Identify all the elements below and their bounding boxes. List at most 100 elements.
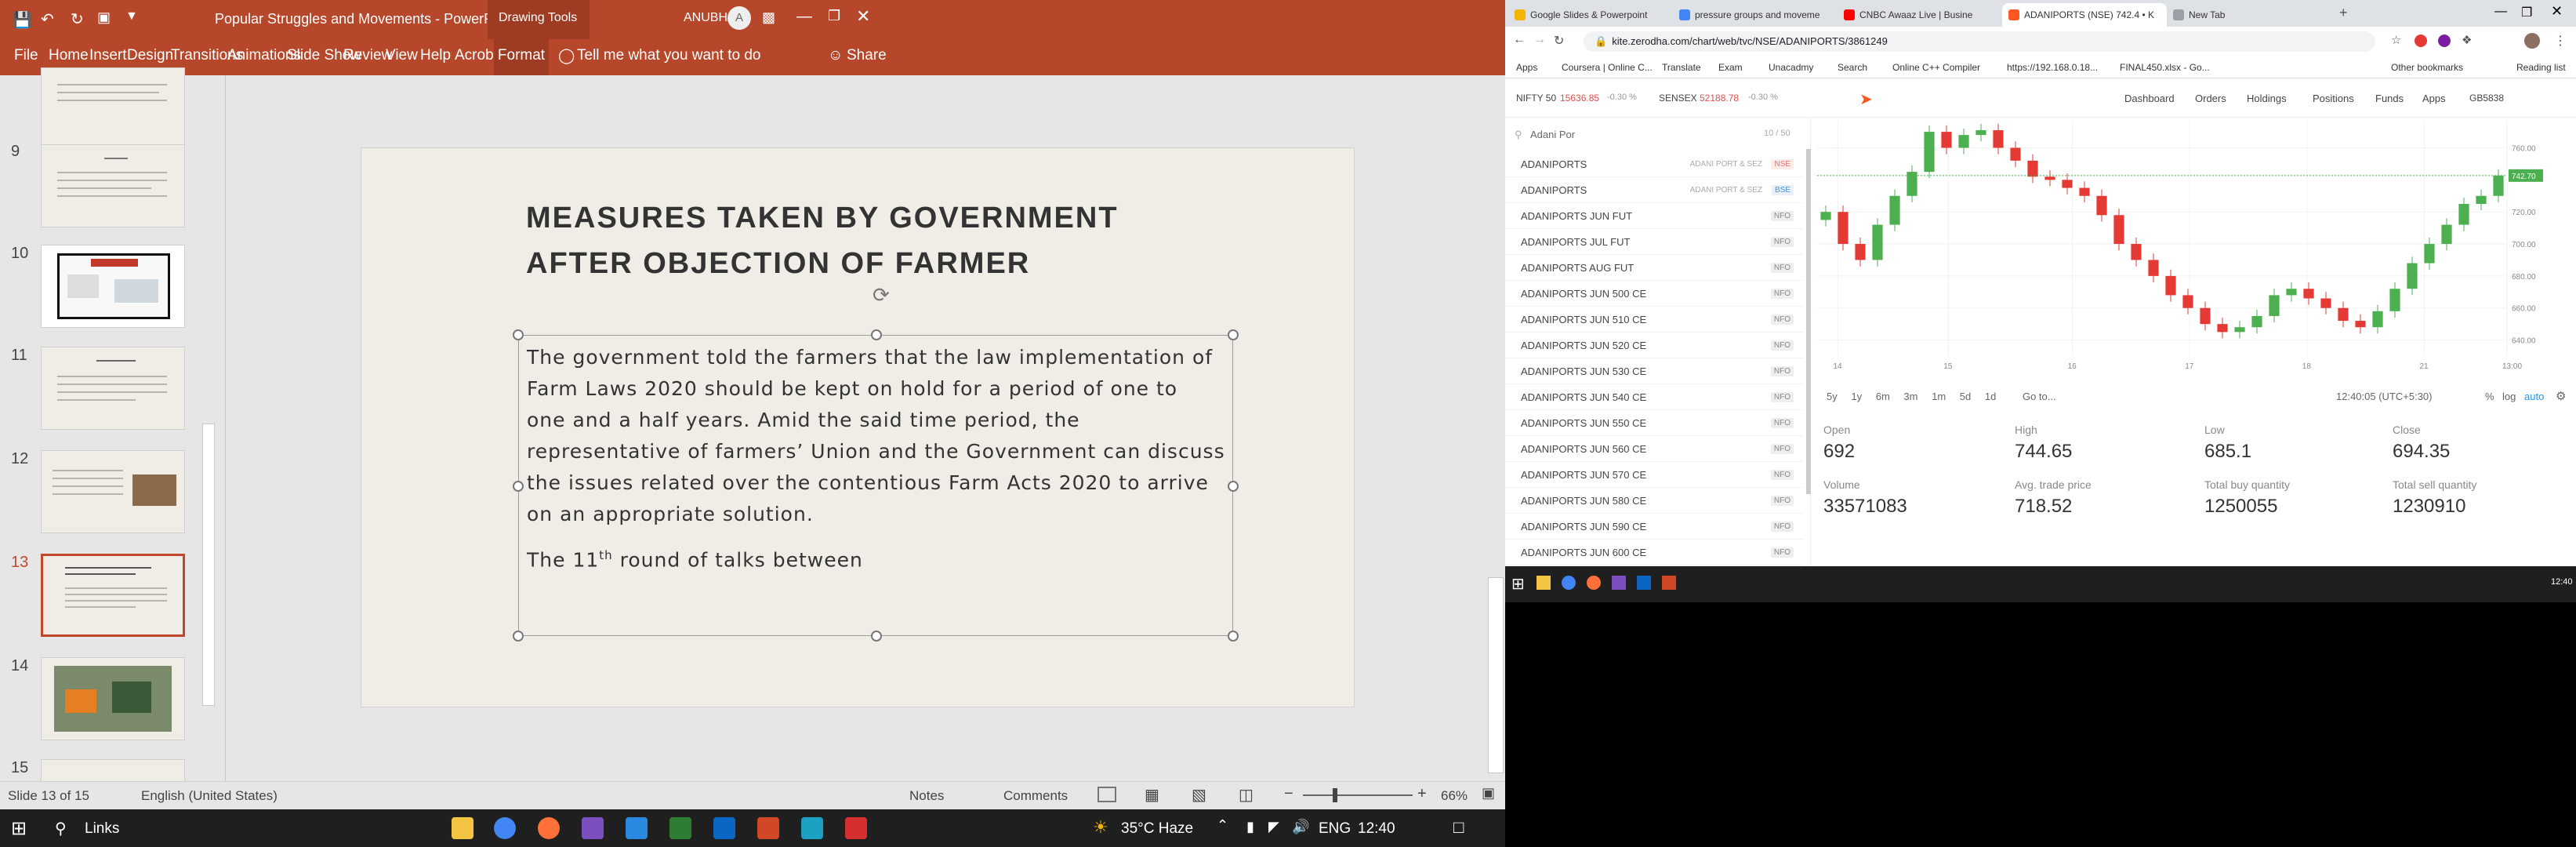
watchlist-row[interactable]: ADANIPORTS JUN 570 CE NFO	[1505, 463, 1803, 488]
body-text-box[interactable]: The government told the farmers that the…	[513, 329, 1239, 642]
watchlist-row[interactable]: ADANIPORTS ADANI PORT & SEZ BSE	[1505, 178, 1803, 203]
slide-sorter-icon[interactable]: ▦	[1145, 785, 1159, 805]
wifi-icon[interactable]: ◤	[1268, 819, 1279, 835]
watchlist-search-input[interactable]: Adani Por	[1530, 129, 1575, 140]
notification-icon[interactable]: □	[1453, 817, 1464, 838]
windows-start-icon[interactable]: ⊞	[11, 817, 27, 840]
fit-slide-icon[interactable]: ▣	[1482, 785, 1495, 802]
nav-apps[interactable]: Apps	[2422, 93, 2446, 104]
slideshow-icon[interactable]: ◫	[1239, 785, 1254, 805]
comments-button[interactable]: Comments	[1003, 788, 1068, 804]
goto-date[interactable]: Go to...	[2023, 391, 2056, 402]
rotate-handle-icon[interactable]: ⟳	[873, 283, 890, 307]
nav-orders[interactable]: Orders	[2195, 93, 2226, 104]
back-icon[interactable]: ←	[1513, 33, 1526, 47]
new-tab-icon[interactable]: +	[2339, 5, 2348, 21]
bookmark[interactable]: https://192.168.0.18...	[2007, 62, 2098, 73]
undo-icon[interactable]: ↶	[41, 9, 54, 29]
share-button[interactable]: Share	[847, 47, 887, 64]
weather-text[interactable]: 35°C Haze	[1121, 820, 1193, 838]
nav-holdings[interactable]: Holdings	[2247, 93, 2287, 104]
slide-title[interactable]: MEASURES TAKEN BY GOVERNMENT AFTER OBJEC…	[526, 195, 1232, 286]
auto-toggle[interactable]: auto	[2524, 391, 2544, 402]
watchlist-row[interactable]: ADANIPORTS ADANI PORT & SEZ NSE	[1505, 152, 1803, 177]
bookmark[interactable]: Apps	[1516, 62, 1537, 73]
editor-scrollbar[interactable]	[1486, 75, 1505, 781]
slide-thumbnail-15[interactable]	[41, 759, 185, 783]
nav-funds[interactable]: Funds	[2375, 93, 2404, 104]
restore-icon[interactable]: ❐	[2521, 5, 2532, 20]
reading-view-icon[interactable]: ▧	[1192, 785, 1206, 805]
tab-design[interactable]: Design	[127, 47, 173, 64]
acrobat-icon[interactable]	[845, 817, 867, 839]
resize-handle[interactable]	[871, 329, 882, 340]
pycharm-icon[interactable]	[669, 817, 691, 839]
customize-toolbar-icon[interactable]: ▼	[125, 9, 138, 24]
redo-icon[interactable]: ↻	[71, 9, 84, 29]
tab-help[interactable]: Help	[420, 47, 451, 64]
resize-handle[interactable]	[513, 329, 524, 340]
bookmark[interactable]: Unacadmy	[1769, 62, 1813, 73]
minimize-icon[interactable]: —	[796, 8, 812, 26]
tell-me-search[interactable]: Tell me what you want to do	[577, 47, 760, 64]
user-id[interactable]: GB5838	[2469, 93, 2504, 104]
visual-studio-icon[interactable]	[582, 817, 604, 839]
slide-thumbnail-8[interactable]	[41, 67, 185, 151]
weather-icon[interactable]: ☀	[1093, 817, 1108, 838]
extension-icon[interactable]	[2415, 35, 2427, 47]
file-explorer-icon[interactable]	[1537, 576, 1551, 590]
vscode-icon[interactable]	[626, 817, 648, 839]
browser-tab[interactable]: pressure groups and moveme	[1673, 3, 1838, 27]
visual-studio-icon[interactable]	[1612, 576, 1626, 590]
thumbnail-scrollbar[interactable]	[202, 78, 215, 769]
slide-thumbnail-13[interactable]	[41, 554, 185, 637]
bookmark[interactable]: Exam	[1718, 62, 1743, 73]
browser-tab[interactable]: New Tab	[2167, 3, 2331, 27]
input-language[interactable]: ENG	[1319, 820, 1351, 838]
zoom-slider-thumb[interactable]	[1333, 788, 1337, 802]
bookmark[interactable]: Online C++ Compiler	[1892, 62, 1980, 73]
battery-icon[interactable]: ▮	[1246, 819, 1254, 835]
tab-insert[interactable]: Insert	[89, 47, 127, 64]
nav-dashboard[interactable]: Dashboard	[2124, 93, 2175, 104]
tray-clock[interactable]: 12:40	[2551, 577, 2573, 587]
slide-thumbnail-11[interactable]	[41, 347, 185, 430]
kite-logo-icon[interactable]: ➤	[1859, 89, 1873, 109]
restore-icon[interactable]: ❐	[828, 8, 840, 24]
watchlist-row[interactable]: ADANIPORTS JUN 580 CE NFO	[1505, 489, 1803, 514]
range-3m[interactable]: 3m	[1903, 391, 1917, 402]
save-icon[interactable]: 💾	[13, 10, 32, 30]
tab-file[interactable]: File	[14, 47, 38, 64]
powerpoint-icon[interactable]	[757, 817, 779, 839]
language[interactable]: English (United States)	[141, 788, 278, 804]
zoom-in-icon[interactable]: +	[1417, 785, 1427, 803]
nifty-label[interactable]: NIFTY 50	[1516, 93, 1556, 104]
file-explorer-icon[interactable]	[452, 817, 473, 839]
chrome-icon[interactable]	[1562, 576, 1576, 590]
zoom-level[interactable]: 66%	[1441, 788, 1468, 804]
search-icon[interactable]: ⚲	[55, 819, 67, 838]
chrome-icon[interactable]	[494, 817, 516, 839]
star-icon[interactable]: ☆	[2391, 33, 2401, 47]
taskbar-search-text[interactable]: Links	[85, 820, 119, 838]
tab-review[interactable]: Review	[343, 47, 392, 64]
present-icon[interactable]: ▣	[97, 9, 111, 26]
percent-toggle[interactable]: %	[2485, 391, 2494, 402]
range-6m[interactable]: 6m	[1876, 391, 1890, 402]
watchlist-row[interactable]: ADANIPORTS JUN 560 CE NFO	[1505, 437, 1803, 462]
range-1m[interactable]: 1m	[1932, 391, 1946, 402]
log-toggle[interactable]: log	[2502, 391, 2516, 402]
nav-positions[interactable]: Positions	[2313, 93, 2354, 104]
tab-home[interactable]: Home	[49, 47, 89, 64]
range-5y[interactable]: 5y	[1827, 391, 1838, 402]
bookmark[interactable]: FINAL450.xlsx - Go...	[2120, 62, 2210, 73]
resize-handle[interactable]	[871, 631, 882, 642]
slide-canvas[interactable]: MEASURES TAKEN BY GOVERNMENT AFTER OBJEC…	[361, 147, 1355, 707]
price-chart[interactable]: 760.00 742.70 720.00 700.00 680.00 660.00 640.…	[1817, 121, 2568, 372]
watchlist-row[interactable]: ADANIPORTS JUN 520 CE NFO	[1505, 333, 1803, 358]
reload-icon[interactable]: ↻	[1554, 33, 1564, 49]
profile-avatar[interactable]	[2524, 33, 2540, 49]
slide-thumbnail-9[interactable]	[41, 144, 185, 227]
range-1y[interactable]: 1y	[1851, 391, 1862, 402]
minimize-icon[interactable]: —	[2494, 5, 2507, 19]
